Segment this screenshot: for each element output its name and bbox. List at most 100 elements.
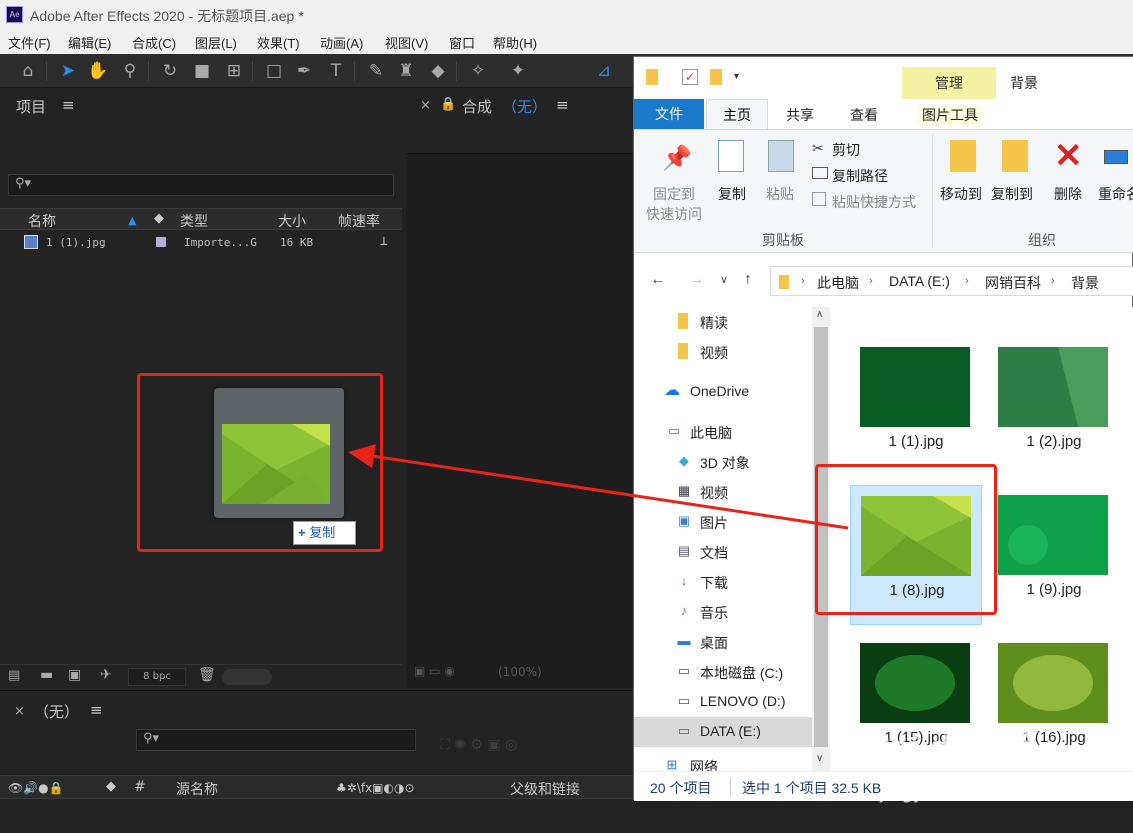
menu-effect[interactable]: 效果(T) xyxy=(257,33,300,52)
chevron-right-icon[interactable]: › xyxy=(801,275,805,287)
project-tab[interactable]: 项目 xyxy=(16,96,46,117)
menu-layer[interactable]: 图层(L) xyxy=(195,33,237,52)
up-icon[interactable]: ↑ xyxy=(744,271,752,289)
file-thumbnail[interactable]: 1 (9).jpg xyxy=(988,485,1120,625)
breadcrumb-background[interactable]: 背景 xyxy=(1071,273,1099,293)
zoom-tool-icon[interactable]: ⚲ xyxy=(118,59,142,83)
roto-brush-tool-icon[interactable]: ✧ xyxy=(466,59,490,83)
chevron-right-icon[interactable]: › xyxy=(1051,275,1055,287)
menu-animation[interactable]: 动画(A) xyxy=(320,33,363,52)
clone-stamp-tool-icon[interactable]: ♜ xyxy=(394,59,418,83)
breadcrumb-wangxiao[interactable]: 网销百科 xyxy=(985,273,1041,293)
properties-icon[interactable]: ✓ xyxy=(682,69,698,85)
menu-help[interactable]: 帮助(H) xyxy=(493,33,537,52)
nav-item-downloads[interactable]: ↓ 下载 xyxy=(634,567,814,597)
nav-item-jingdu[interactable]: 精读 xyxy=(634,307,814,337)
menu-composition[interactable]: 合成(C) xyxy=(132,33,176,52)
nav-item-music[interactable]: ♪ 音乐 xyxy=(634,597,814,627)
rotate-tool-icon[interactable]: ↻ xyxy=(158,59,182,83)
breadcrumb-this-pc[interactable]: 此电脑 xyxy=(817,273,859,293)
paste-button[interactable]: 粘贴 xyxy=(762,184,798,204)
column-framerate[interactable]: 帧速率 xyxy=(338,211,380,231)
label-tag-icon[interactable]: ◆ xyxy=(106,779,116,794)
chevron-right-icon[interactable]: › xyxy=(869,275,873,287)
home-icon[interactable]: ⌂ xyxy=(16,59,40,83)
recent-locations-icon[interactable]: ∨ xyxy=(720,273,728,286)
copy-to-button[interactable]: 复制到 xyxy=(991,184,1033,204)
nav-item-desktop[interactable]: ▬ 桌面 xyxy=(634,627,814,657)
brush-tool-icon[interactable]: ✎ xyxy=(364,59,388,83)
flowchart-icon[interactable]: ✈ xyxy=(100,667,112,683)
nav-item-drive-c[interactable]: ▭ 本地磁盘 (C:) xyxy=(634,657,814,687)
menu-view[interactable]: 视图(V) xyxy=(385,33,428,52)
file-thumbnail[interactable]: 1 (2).jpg xyxy=(988,337,1120,477)
nav-item-pictures[interactable]: ▣ 图片 xyxy=(634,507,814,537)
nav-item-network[interactable]: ⊞ 网络 xyxy=(634,751,814,771)
nav-item-drive-d[interactable]: ▭ LENOVO (D:) xyxy=(634,687,814,717)
panel-menu-icon[interactable]: ≡ xyxy=(556,96,569,114)
column-type[interactable]: 类型 xyxy=(180,211,208,231)
nav-item-3d-objects[interactable]: ◆ 3D 对象 xyxy=(634,447,814,477)
new-folder-icon[interactable]: ▬ xyxy=(40,667,53,683)
composition-name[interactable]: （无） xyxy=(502,96,547,117)
rename-button[interactable]: 重命名 xyxy=(1098,184,1133,204)
breadcrumb-data-drive[interactable]: DATA (E:) xyxy=(889,273,950,289)
layer-switches-icons[interactable]: ♣✲\fx▣◐◑⊙ xyxy=(336,781,415,795)
pan-behind-tool-icon[interactable]: ⊞ xyxy=(222,59,246,83)
nav-item-videos[interactable]: ▦ 视频 xyxy=(634,477,814,507)
timeline-tab[interactable]: （无） xyxy=(34,701,79,722)
label-color-swatch[interactable] xyxy=(156,237,166,247)
nav-item-drive-e[interactable]: ▭ DATA (E:) xyxy=(634,717,814,747)
zoom-level[interactable]: (100%) xyxy=(498,665,542,679)
column-name[interactable]: 名称 xyxy=(28,211,56,231)
nav-item-onedrive[interactable]: ☁ OneDrive xyxy=(634,377,814,407)
file-thumbnail[interactable]: 1 (1).jpg xyxy=(850,337,982,477)
address-bar[interactable]: › 此电脑 › DATA (E:) › 网销百科 › 背景 xyxy=(770,266,1133,296)
project-file-row[interactable]: 1 (1).jpg Importe...G 16 KB ⊥ xyxy=(0,232,402,254)
delete-button[interactable]: 删除 xyxy=(1054,184,1082,204)
tab-picture-tools[interactable]: 图片工具 xyxy=(918,105,982,125)
timeline-search-input[interactable]: ⚲▾ xyxy=(136,729,416,751)
rectangle-tool-icon[interactable]: □ xyxy=(262,59,286,83)
thumbnail-slider[interactable] xyxy=(222,669,272,685)
tab-view[interactable]: 查看 xyxy=(850,105,878,125)
scroll-up-icon[interactable]: ∧ xyxy=(816,309,823,320)
paste-shortcut-button[interactable]: 粘贴快捷方式 xyxy=(832,192,916,212)
bit-depth-button[interactable]: 8 bpc xyxy=(128,668,186,686)
nav-item-video-folder[interactable]: 视频 xyxy=(634,337,814,367)
panel-menu-icon[interactable]: ≡ xyxy=(62,96,75,114)
new-folder-icon[interactable] xyxy=(710,69,722,85)
scroll-down-icon[interactable]: ∨ xyxy=(816,753,823,764)
panel-menu-icon[interactable]: ≡ xyxy=(90,701,103,719)
menu-file[interactable]: 文件(F) xyxy=(8,33,51,52)
eraser-tool-icon[interactable]: ◆ xyxy=(426,59,450,83)
lock-icon[interactable]: 🔒 xyxy=(440,97,456,112)
copy-path-button[interactable]: 复制路径 xyxy=(832,166,888,186)
label-tag-icon[interactable]: ◆ xyxy=(154,211,164,226)
tab-file[interactable]: 文件 xyxy=(634,99,704,129)
preview-controls-icon[interactable]: ▣ ▭ ◉ xyxy=(414,664,455,678)
sort-asc-icon[interactable]: ▲ xyxy=(128,214,136,227)
chevron-down-icon[interactable]: ▾ xyxy=(734,71,739,82)
flowchart-icon[interactable]: ⊥ xyxy=(380,234,388,249)
menu-edit[interactable]: 编辑(E) xyxy=(68,33,111,52)
column-size[interactable]: 大小 xyxy=(278,211,306,231)
camera-tool-icon[interactable]: ■ xyxy=(190,59,214,83)
puppet-tool-icon[interactable]: ✦ xyxy=(506,59,530,83)
column-source-name[interactable]: 源名称 xyxy=(176,779,218,799)
snapping-icon[interactable]: ⊿ xyxy=(592,59,616,83)
forward-icon[interactable]: → xyxy=(688,271,704,289)
selection-tool-icon[interactable]: ➤ xyxy=(56,59,80,83)
composition-tab[interactable]: 合成 xyxy=(462,96,492,117)
tab-share[interactable]: 共享 xyxy=(786,105,814,125)
nav-item-this-pc[interactable]: ▭ 此电脑 xyxy=(634,417,814,447)
new-composition-icon[interactable]: ▣ xyxy=(68,667,81,683)
close-icon[interactable]: × xyxy=(14,704,25,719)
close-icon[interactable]: × xyxy=(420,98,431,113)
interpret-footage-icon[interactable]: ▤ xyxy=(8,668,20,683)
av-switches-icon[interactable]: 👁🔊●🔒 xyxy=(8,781,64,795)
trash-icon[interactable]: 🗑 xyxy=(198,667,216,683)
pen-tool-icon[interactable]: ✒ xyxy=(292,59,316,83)
chevron-right-icon[interactable]: › xyxy=(965,275,969,287)
nav-item-documents[interactable]: ▤ 文档 xyxy=(634,537,814,567)
